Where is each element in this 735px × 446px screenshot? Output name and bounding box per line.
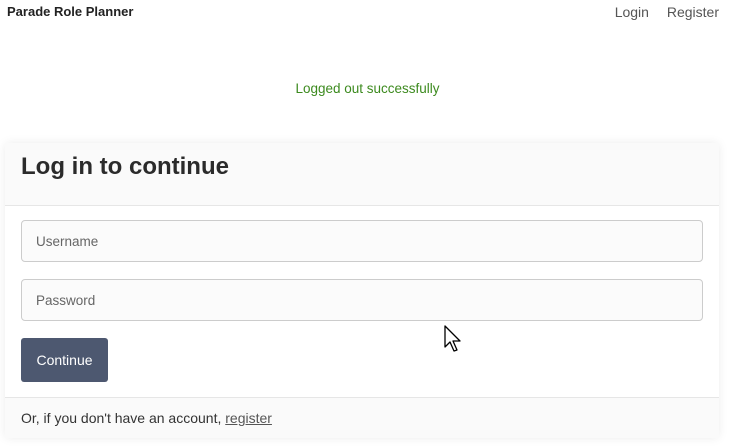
card-footer: Or, if you don't have an account, regist… xyxy=(5,397,719,438)
login-link[interactable]: Login xyxy=(615,4,649,20)
flash-message: Logged out successfully xyxy=(295,81,440,96)
register-footer-link[interactable]: register xyxy=(225,410,272,426)
card-header: Log in to continue xyxy=(5,143,719,206)
password-input[interactable] xyxy=(21,279,703,321)
navbar: Parade Role Planner Login Register xyxy=(0,0,735,26)
continue-button[interactable]: Continue xyxy=(21,338,108,382)
mouse-pointer-icon xyxy=(444,325,461,352)
footer-text: Or, if you don't have an account, regist… xyxy=(21,410,272,426)
username-input[interactable] xyxy=(21,220,703,262)
page-title: Log in to continue xyxy=(21,153,229,180)
nav-links: Login Register xyxy=(601,4,719,20)
register-link[interactable]: Register xyxy=(667,4,719,20)
login-card: Log in to continue Continue Or, if you d… xyxy=(5,143,719,438)
footer-prefix: Or, if you don't have an account, xyxy=(21,410,222,426)
brand-name[interactable]: Parade Role Planner xyxy=(7,4,133,19)
